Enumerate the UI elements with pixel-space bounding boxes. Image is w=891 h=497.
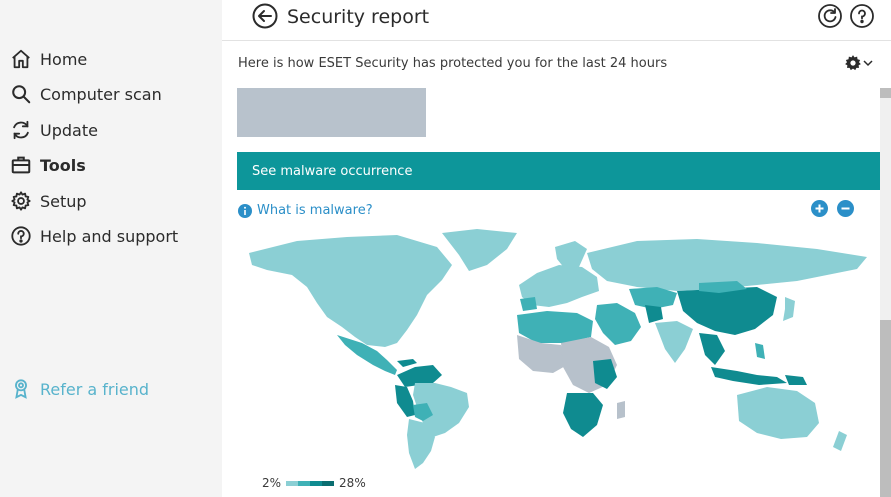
- search-icon: [12, 85, 31, 104]
- map-region-australia[interactable]: [737, 387, 819, 439]
- refresh-button[interactable]: [818, 4, 842, 28]
- map-region-central-asia[interactable]: [629, 287, 677, 309]
- sidebar-item-label: Tools: [40, 155, 86, 175]
- sidebar-item-label: Setup: [40, 191, 87, 211]
- main-panel: Security report Here is how ESET Securit…: [222, 0, 891, 497]
- world-map[interactable]: [237, 225, 885, 470]
- map-region-north-america[interactable]: [249, 235, 452, 347]
- map-region-new-zealand[interactable]: [833, 431, 847, 451]
- sidebar-item-tools[interactable]: Tools: [10, 151, 86, 179]
- sidebar-item-label: Computer scan: [40, 84, 162, 104]
- map-region-middle-east[interactable]: [595, 303, 641, 345]
- help-icon: [11, 226, 31, 246]
- map-region-caribbean[interactable]: [397, 359, 417, 367]
- report-subtitle: Here is how ESET Security has protected …: [238, 56, 668, 71]
- header: Security report: [222, 0, 891, 41]
- zoom-out-button[interactable]: [837, 200, 854, 217]
- sidebar-item-computer-scan[interactable]: Computer scan: [10, 80, 162, 108]
- briefcase-icon: [11, 156, 31, 174]
- help-button[interactable]: [850, 4, 874, 28]
- map-region-papua[interactable]: [785, 375, 807, 385]
- settings-dropdown-button[interactable]: [844, 54, 878, 72]
- gear-icon: [11, 191, 31, 211]
- map-region-southeast-asia[interactable]: [699, 333, 725, 365]
- map-region-philippines[interactable]: [755, 343, 765, 359]
- legend-color-scale: [286, 480, 335, 486]
- sidebar-item-label: Home: [40, 49, 88, 69]
- map-region-japan[interactable]: [783, 297, 795, 321]
- sidebar-item-update[interactable]: Update: [10, 116, 98, 144]
- legend-max-label: 28%: [339, 476, 366, 490]
- refer-a-friend-label: Refer a friend: [40, 379, 150, 399]
- map-region-madagascar[interactable]: [617, 401, 625, 419]
- map-region-greenland[interactable]: [442, 229, 517, 271]
- home-icon: [12, 49, 30, 69]
- ribbon-icon: [15, 379, 27, 399]
- scrollbar-top: [880, 88, 891, 98]
- refresh-icon: [13, 120, 29, 140]
- back-button[interactable]: [252, 3, 278, 29]
- map-region-peru[interactable]: [395, 385, 415, 417]
- sidebar-item-label: Update: [40, 120, 98, 140]
- map-region-afghanistan[interactable]: [645, 305, 663, 323]
- report-image-placeholder: [237, 88, 426, 137]
- map-region-china[interactable]: [677, 287, 777, 335]
- info-icon: [238, 203, 252, 218]
- sidebar-item-setup[interactable]: Setup: [10, 187, 87, 215]
- map-region-scandinavia[interactable]: [555, 241, 587, 269]
- malware-occurrence-bar[interactable]: See malware occurrence: [237, 152, 885, 190]
- map-region-india[interactable]: [655, 321, 693, 363]
- what-is-malware-link[interactable]: What is malware?: [238, 203, 373, 218]
- chevron-down-icon: [863, 60, 873, 67]
- map-region-north-africa[interactable]: [517, 311, 593, 343]
- sidebar: Home Computer scan Update Tools Setup He…: [0, 0, 222, 497]
- sidebar-item-home[interactable]: Home: [10, 45, 87, 73]
- scrollbar-thumb[interactable]: [880, 320, 891, 497]
- gear-icon: [845, 55, 861, 71]
- sidebar-item-help-and-support[interactable]: Help and support: [10, 222, 178, 250]
- zoom-in-button[interactable]: [811, 200, 828, 217]
- map-region-southern-africa[interactable]: [563, 393, 603, 437]
- what-is-malware-label: What is malware?: [257, 203, 373, 218]
- page-title: Security report: [287, 6, 430, 28]
- malware-occurrence-label: See malware occurrence: [252, 163, 413, 179]
- map-region-iberia[interactable]: [520, 297, 537, 311]
- legend-min-label: 2%: [262, 476, 282, 490]
- map-region-indonesia[interactable]: [711, 367, 787, 385]
- sidebar-item-label: Help and support: [40, 226, 179, 246]
- map-legend: 2% 28%: [262, 476, 366, 490]
- refer-a-friend-link[interactable]: Refer a friend: [10, 375, 149, 403]
